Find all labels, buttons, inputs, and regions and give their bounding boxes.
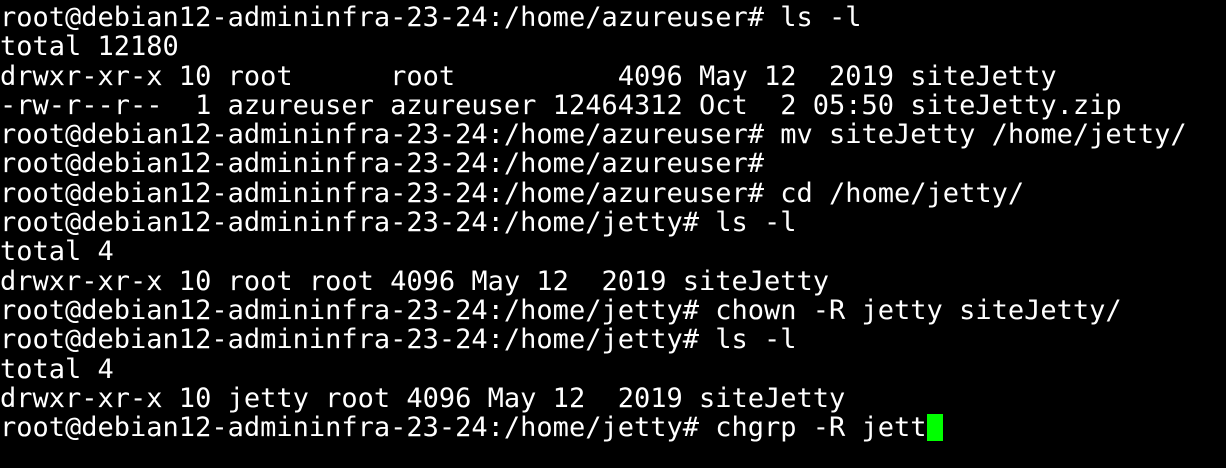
terminal-line: root@debian12-admininfra-23-24:/home/jet… xyxy=(0,325,797,355)
terminal-line: root@debian12-admininfra-23-24:/home/azu… xyxy=(0,120,1187,150)
terminal-line: drwxr-xr-x 10 root root 4096 May 12 2019… xyxy=(0,266,830,296)
terminal-line: root@debian12-admininfra-23-24:/home/azu… xyxy=(0,178,1025,209)
terminal-line: total 12180 xyxy=(0,32,179,62)
terminal-line: root@debian12-admininfra-23-24:/home/azu… xyxy=(0,3,862,33)
terminal-line: drwxr-xr-x 10 root root 4096 May 12 2019… xyxy=(0,61,1057,91)
terminal-current-command[interactable]: root@debian12-admininfra-23-24:/home/jet… xyxy=(0,413,927,442)
terminal-window[interactable]: root@debian12-admininfra-23-24:/home/azu… xyxy=(0,0,1226,468)
terminal-line: root@debian12-admininfra-23-24:/home/azu… xyxy=(0,149,765,179)
terminal-line: drwxr-xr-x 10 jetty root 4096 May 12 201… xyxy=(0,383,846,414)
terminal-line: total 4 xyxy=(0,354,114,384)
terminal-cursor xyxy=(926,414,943,442)
terminal-line: -rw-r--r-- 1 azureuser azureuser 1246431… xyxy=(0,90,1122,121)
terminal-line: root@debian12-admininfra-23-24:/home/jet… xyxy=(0,295,1122,326)
terminal-line: root@debian12-admininfra-23-24:/home/jet… xyxy=(0,208,797,238)
terminal-input-line[interactable]: root@debian12-admininfra-23-24:/home/jet… xyxy=(0,413,1226,442)
terminal-line: total 4 xyxy=(0,237,114,267)
